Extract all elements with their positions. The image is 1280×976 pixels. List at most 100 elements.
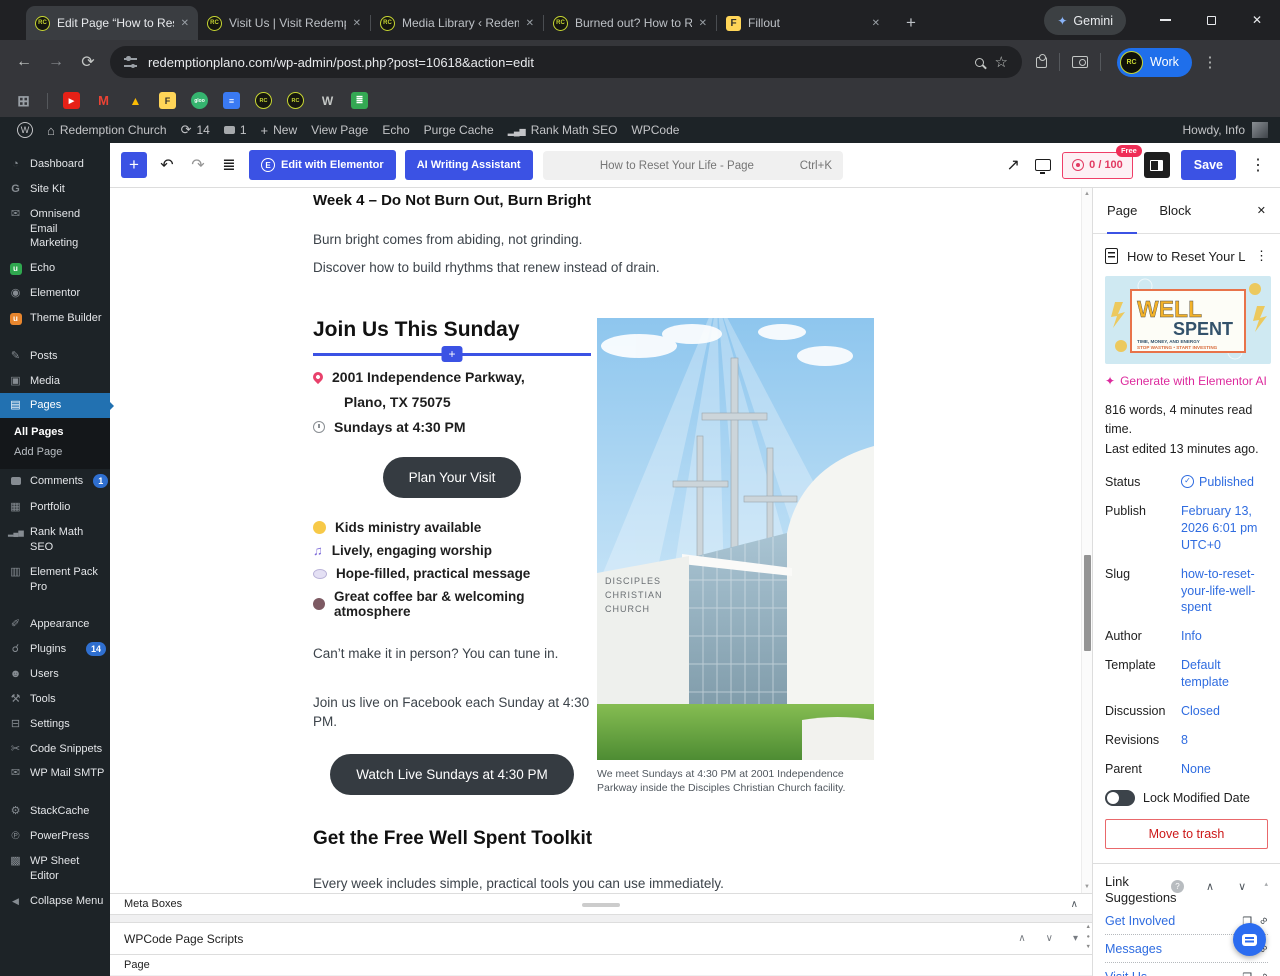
generate-with-elementor-ai-link[interactable]: Generate with Elementor AI [1105,374,1268,388]
scrollbar-thumb[interactable] [1084,555,1091,651]
plan-your-visit-button[interactable]: Plan Your Visit [383,457,522,498]
purge-cache-menu[interactable]: Purge Cache [417,117,501,143]
window-maximize-button[interactable] [1188,0,1234,40]
sidebar-item-tools[interactable]: Tools [0,687,110,712]
wpcode-page-scripts-panel[interactable]: WPCode Page Scripts [110,922,1092,955]
gmail-bookmark-icon[interactable] [95,92,112,109]
window-close-button[interactable] [1234,0,1280,40]
close-settings-icon[interactable] [1257,204,1266,217]
join-heading-block[interactable]: Join Us This Sunday [313,318,591,342]
move-down-icon[interactable] [1046,933,1053,944]
sidebar-item-omnisend[interactable]: Omnisend Email Marketing [0,202,110,257]
feature-item[interactable]: Kids ministry available [313,520,591,535]
youtube-bookmark-icon[interactable] [63,92,80,109]
week-heading-block[interactable]: Week 4 – Do Not Burn Out, Burn Bright [313,192,873,209]
feature-item[interactable]: Hope-filled, practical message [313,566,591,581]
command-center[interactable]: How to Reset Your Life - Page Ctrl+K [543,151,843,180]
admin-bar-account[interactable]: Howdy, Info [1183,122,1270,138]
paperclip-icon[interactable] [1257,970,1271,976]
sidebar-item-dashboard[interactable]: Dashboard [0,152,110,177]
tab-close-icon[interactable]: ✕ [526,18,534,29]
chevron-down-icon[interactable] [1238,874,1246,893]
scroll-down-icon[interactable] [1084,884,1090,890]
address-line-2[interactable]: Plano, TX 75075 [313,394,591,410]
edit-with-elementor-button[interactable]: Edit with Elementor [249,150,396,180]
tag-icon[interactable] [1242,971,1252,976]
chat-widget-button[interactable] [1233,923,1266,956]
echo-menu[interactable]: Echo [375,117,416,143]
sidebar-item-posts[interactable]: Posts [0,344,110,369]
tab-burned-out[interactable]: Burned out? How to R ✕ [544,6,716,40]
browser-menu-icon[interactable] [1200,53,1220,71]
meta-boxes-panel[interactable]: Meta Boxes [110,893,1092,915]
w-bookmark-icon[interactable] [319,92,336,109]
site-name-menu[interactable]: Redemption Church [40,117,174,143]
rank-math-score-button[interactable]: 0 / 100 Free [1062,152,1133,179]
reload-button[interactable] [74,52,102,72]
move-up-icon[interactable] [1018,933,1025,944]
sidebar-item-portfolio[interactable]: Portfolio [0,495,110,520]
comments-menu[interactable]: 1 [217,117,254,143]
sidebar-item-theme-builder[interactable]: Theme Builder [0,306,110,331]
paragraph-block[interactable]: Discover how to build rhythms that renew… [313,258,873,278]
tab-close-icon[interactable]: ✕ [699,18,707,29]
scroll-up-icon[interactable]: ▲ [1086,924,1091,930]
fillout-bookmark-icon[interactable] [159,92,176,109]
wp-logo-menu[interactable] [10,117,40,143]
help-icon[interactable] [1171,880,1184,893]
address-bar[interactable]: redemptionplano.com/wp-admin/post.php?po… [110,46,1022,78]
document-actions-icon[interactable] [1255,248,1268,264]
template-value[interactable]: Default template [1181,657,1268,691]
resize-handle[interactable] [582,903,620,907]
forward-button[interactable] [42,53,70,71]
external-link-icon[interactable] [1002,155,1024,175]
document-overview-button[interactable] [218,155,240,175]
publish-value[interactable]: February 13, 2026 6:01 pm UTC+0 [1181,503,1268,554]
gemini-button[interactable]: Gemini [1044,6,1126,35]
parent-value[interactable]: None [1181,761,1268,778]
submenu-item-add-page[interactable]: Add Page [0,442,110,462]
ai-writing-assistant-button[interactable]: AI Writing Assistant [405,150,533,180]
slug-value[interactable]: how-to-reset-your-life-well-spent [1181,566,1268,617]
sidebar-item-media[interactable]: Media [0,369,110,394]
zoom-icon[interactable] [975,58,984,67]
save-button[interactable]: Save [1181,150,1236,180]
google-drive-bookmark-icon[interactable] [127,92,144,109]
apps-grid-icon[interactable] [15,92,32,109]
sidebar-item-pages[interactable]: Pages [0,393,110,418]
new-content-menu[interactable]: New [254,117,305,143]
sidebar-item-collapse-menu[interactable]: Collapse Menu [0,889,110,914]
sidebar-item-wp-mail-smtp[interactable]: WP Mail SMTP [0,761,110,786]
discussion-value[interactable]: Closed [1181,703,1268,720]
image-caption[interactable]: We meet Sundays at 4:30 PM at 2001 Indep… [597,767,874,795]
link-suggestion-messages[interactable]: Messages [1105,942,1234,956]
url-text[interactable]: redemptionplano.com/wp-admin/post.php?po… [148,55,964,70]
side-panel-icon[interactable] [1072,56,1088,68]
chevron-up-icon[interactable] [1071,899,1078,910]
sidebar-item-echo[interactable]: Echo [0,256,110,281]
undo-button[interactable] [156,155,178,175]
sidebar-item-rank-math[interactable]: Rank Math SEO [0,520,110,560]
sidebar-item-settings[interactable]: Settings [0,712,110,737]
bookmark-star-icon[interactable] [995,53,1008,71]
extensions-icon[interactable] [1036,57,1047,68]
block-inserter-button[interactable] [121,152,147,178]
status-value[interactable]: Published [1181,474,1268,491]
canvas-scrollbar[interactable] [1081,188,1092,893]
sidebar-item-site-kit[interactable]: Site Kit [0,177,110,202]
paragraph-block[interactable]: Join us live on Facebook each Sunday at … [313,693,591,732]
footer-scrollbar[interactable]: ▲ ● ▼ [1086,924,1091,950]
sidebar-item-stackcache[interactable]: StackCache [0,799,110,824]
inline-inserter-button[interactable] [442,346,463,362]
tab-close-icon[interactable]: ✕ [181,18,189,29]
redemption-church-bookmark-icon[interactable] [287,92,304,109]
preview-icon[interactable] [1035,159,1051,171]
feature-item[interactable]: Great coffee bar & welcoming atmosphere [313,589,591,619]
sidebar-item-element-pack[interactable]: Element Pack Pro [0,560,110,600]
rank-math-menu[interactable]: Rank Math SEO [501,117,625,143]
tab-edit-page[interactable]: Edit Page “How to Res ✕ [26,6,198,40]
tab-fillout[interactable]: Fillout ✕ [717,6,889,40]
view-page-menu[interactable]: View Page [304,117,375,143]
watch-live-button[interactable]: Watch Live Sundays at 4:30 PM [330,754,574,795]
tab-page[interactable]: Page [1107,188,1137,234]
